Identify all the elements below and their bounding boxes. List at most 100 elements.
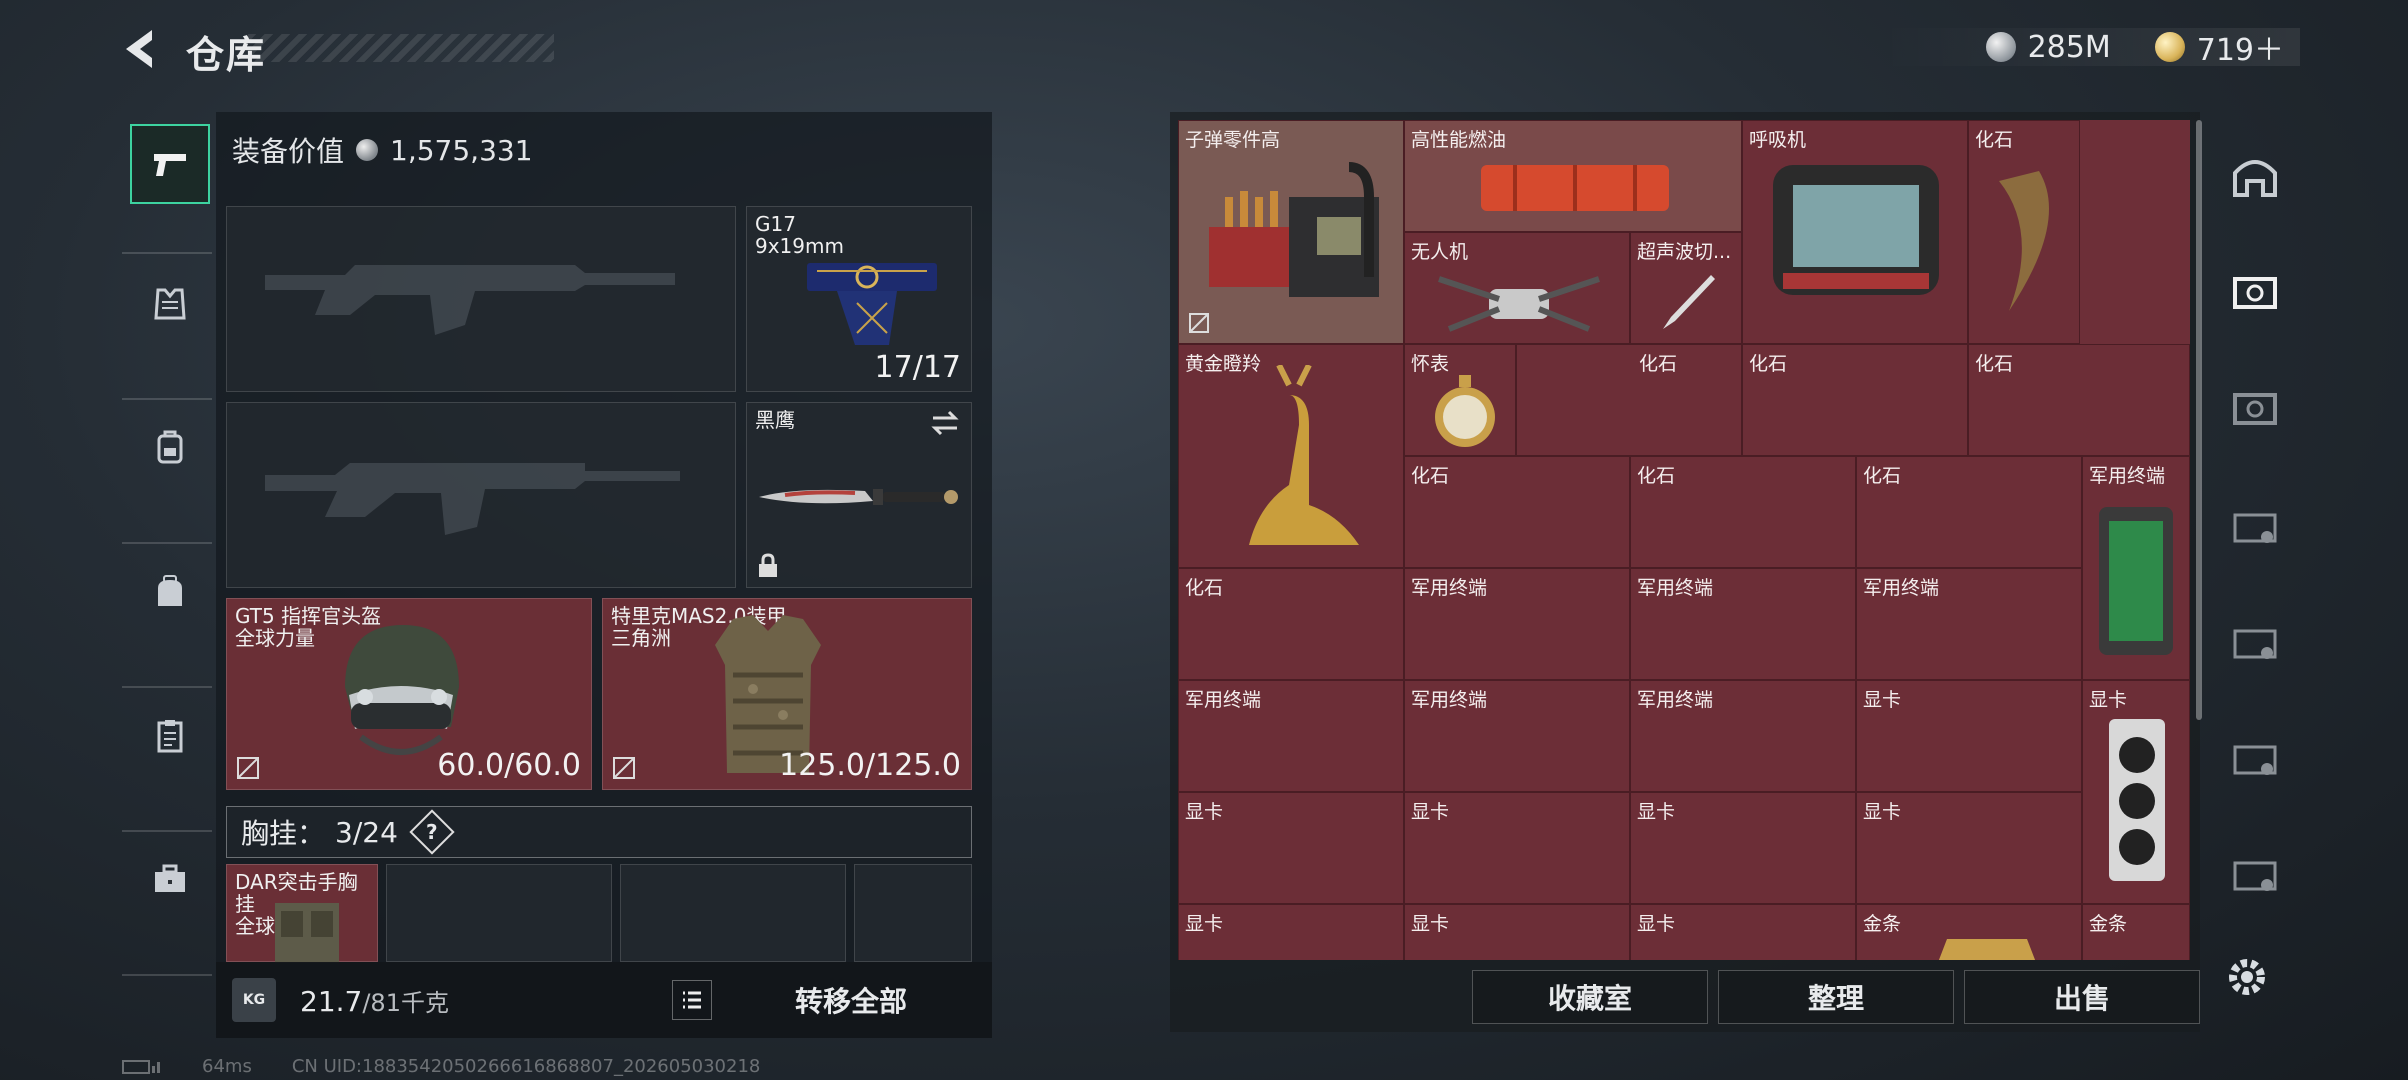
- chest-slot-empty[interactable]: [854, 864, 972, 962]
- stash-scrollbar[interactable]: [2196, 120, 2202, 720]
- gold-bar-icon: [1938, 939, 2036, 960]
- list-icon[interactable]: [672, 980, 712, 1020]
- weight-icon: KG: [232, 978, 276, 1022]
- stash-item[interactable]: 军用终端: [1630, 680, 1856, 792]
- swap-icon[interactable]: [929, 409, 961, 437]
- stash-item[interactable]: 金条: [1856, 904, 2082, 960]
- stash-item[interactable]: 化石: [1856, 456, 2082, 568]
- pistol-slot[interactable]: G17 9x19mm 17/17: [746, 206, 972, 392]
- stash-item[interactable]: 军用终端: [1630, 568, 1856, 680]
- stash-item[interactable]: 军用终端: [1178, 680, 1404, 792]
- armor-slot[interactable]: 特里克MAS2.0装甲 三角洲 125.0/125.0: [602, 598, 972, 790]
- organize-button[interactable]: 整理: [1718, 970, 1954, 1024]
- tab-stash-6[interactable]: [2220, 838, 2290, 908]
- backpack-icon: [157, 430, 183, 464]
- left-bottom-bar: KG 21.7/81千克 转移全部: [216, 962, 992, 1038]
- graphics-card-icon: [2109, 719, 2165, 881]
- tab-stash-4[interactable]: [2220, 606, 2290, 676]
- melee-slot[interactable]: 黑鹰: [746, 402, 972, 588]
- stash-item[interactable]: 显卡: [1630, 904, 1856, 960]
- stash-item[interactable]: 显卡: [2082, 680, 2190, 904]
- weight-readout: 21.7/81千克: [300, 983, 449, 1018]
- helmet-slot[interactable]: GT5 指挥官头盔 全球力量 60.0/60.0: [226, 598, 592, 790]
- stash-item[interactable]: 呼吸机: [1742, 120, 1968, 344]
- help-icon[interactable]: ?: [409, 809, 455, 855]
- pistol-icon: [807, 263, 937, 345]
- stash-item[interactable]: 无人机: [1404, 232, 1630, 344]
- military-terminal-icon: [2099, 507, 2173, 655]
- equipment-value: 1,575,331: [390, 133, 533, 167]
- transfer-all-button[interactable]: 转移全部: [726, 974, 976, 1026]
- gold-currency-value[interactable]: 719＋: [2197, 25, 2284, 69]
- stash-item[interactable]: 高性能燃油: [1404, 120, 1742, 232]
- chest-slot-empty[interactable]: [386, 864, 612, 962]
- stash-item[interactable]: 显卡: [1404, 792, 1630, 904]
- tab-bag[interactable]: [130, 552, 210, 632]
- fossil-claw-icon: [1999, 171, 2049, 311]
- tab-armor[interactable]: [130, 264, 210, 344]
- left-tab-column: [122, 112, 212, 1012]
- pistol-icon: [154, 154, 186, 176]
- stash-item[interactable]: 化石: [1742, 344, 1968, 456]
- silver-currency-value: 285M: [2027, 29, 2111, 65]
- ping-readout: 64ms: [202, 1056, 252, 1077]
- stash-item[interactable]: 化石: [1404, 456, 1630, 568]
- battery-signal-icon: [122, 1059, 160, 1074]
- tab-clipboard[interactable]: [130, 696, 210, 776]
- stash-item[interactable]: 军用终端: [1404, 568, 1630, 680]
- stash-item[interactable]: 黄金瞪羚: [1178, 344, 1404, 568]
- silver-coin-icon: [356, 139, 379, 161]
- stash-item[interactable]: 化石: [1516, 344, 1742, 456]
- stash-item[interactable]: 怀表: [1404, 344, 1516, 456]
- chest-slot-empty[interactable]: [620, 864, 846, 962]
- secondary-weapon-slot[interactable]: [226, 402, 736, 588]
- stash-item[interactable]: 化石: [1968, 344, 2190, 456]
- chest-rig-label: 胸挂：: [241, 817, 326, 850]
- no-insure-icon: [613, 757, 635, 779]
- knife-icon: [759, 489, 958, 505]
- stash-item[interactable]: 金条: [2082, 904, 2190, 960]
- chest-rig-slot[interactable]: DAR突击手胸挂 全球力量: [226, 864, 378, 963]
- tab-case[interactable]: [130, 840, 210, 920]
- pistol-ammo-count: 17/17: [874, 350, 961, 385]
- safe-box-icon: [2233, 393, 2277, 425]
- stash-item[interactable]: 军用终端: [1856, 568, 2082, 680]
- stash-tab-column: [2210, 112, 2300, 1012]
- camera-box-icon: [2233, 513, 2277, 543]
- stash-item[interactable]: 显卡: [1856, 680, 2082, 792]
- stash-item[interactable]: 显卡: [1404, 904, 1630, 960]
- camera-box-icon: [2233, 629, 2277, 659]
- collection-room-button[interactable]: 收藏室: [1472, 970, 1708, 1024]
- stash-item[interactable]: 化石: [1630, 456, 1856, 568]
- tab-stash-2[interactable]: [2220, 374, 2290, 444]
- gear-icon[interactable]: [2222, 952, 2272, 1002]
- safe-box-icon: [2233, 277, 2277, 309]
- stash-item[interactable]: 显卡: [1178, 792, 1404, 904]
- gold-coin-icon: [2154, 32, 2185, 62]
- stash-item[interactable]: 化石: [1968, 120, 2080, 344]
- stash-item[interactable]: 显卡: [1178, 904, 1404, 960]
- stash-item[interactable]: 军用终端: [1404, 680, 1630, 792]
- stash-item[interactable]: 化石: [1178, 568, 1404, 680]
- drone-icon: [1438, 276, 1600, 332]
- stash-item[interactable]: 显卡: [1630, 792, 1856, 904]
- stash-item[interactable]: 超声波切...: [1630, 232, 1742, 344]
- tab-stash-5[interactable]: [2220, 722, 2290, 792]
- primary-weapon-slot[interactable]: [226, 206, 736, 392]
- sell-button[interactable]: 出售: [1964, 970, 2200, 1024]
- pocket-watch-icon: [1435, 375, 1495, 447]
- bag-icon: [158, 575, 182, 606]
- stash-item[interactable]: 子弹零件高: [1178, 120, 1404, 344]
- tab-backpack[interactable]: [130, 408, 210, 488]
- tab-weapon[interactable]: [130, 124, 210, 204]
- back-arrow-icon[interactable]: [118, 26, 164, 72]
- helmet-icon: [345, 625, 459, 755]
- tab-stash-1[interactable]: [2220, 258, 2290, 328]
- chest-rig-bar: 胸挂： 3/24 ?: [226, 806, 972, 858]
- weight-max: /81千克: [362, 988, 449, 1017]
- stash-item[interactable]: 显卡: [1856, 792, 2082, 904]
- tab-stash-home[interactable]: [2220, 142, 2290, 212]
- tab-stash-3[interactable]: [2220, 490, 2290, 560]
- stash-item[interactable]: 军用终端: [2082, 456, 2190, 680]
- ultrasonic-cutter-icon: [1663, 275, 1715, 329]
